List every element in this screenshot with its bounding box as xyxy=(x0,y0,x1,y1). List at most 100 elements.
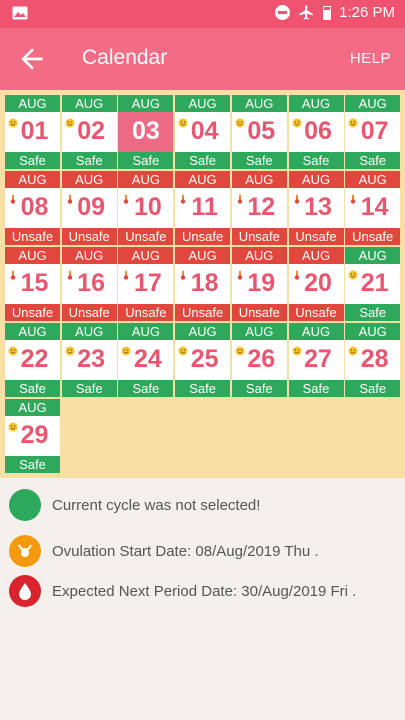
day-box: 04 xyxy=(175,112,231,152)
day-status-label: Safe xyxy=(61,380,117,397)
calendar-day-cell[interactable]: AUG 01 Safe xyxy=(5,95,60,169)
calendar-day-cell[interactable]: AUG 28 Safe xyxy=(345,323,401,397)
day-number: 04 xyxy=(190,117,219,145)
day-box: 07 xyxy=(345,112,401,152)
day-status-label: Safe xyxy=(118,152,174,169)
day-status-label: Safe xyxy=(231,152,287,169)
day-box: 21 xyxy=(345,264,401,304)
month-label: AUG xyxy=(118,247,174,264)
calendar-day-cell[interactable]: AUG 12 Unsafe xyxy=(231,171,287,245)
calendar-day-cell[interactable]: AUG 09 Unsafe xyxy=(61,171,117,245)
day-status-label: Safe xyxy=(175,380,231,397)
day-number: 14 xyxy=(360,193,389,221)
calendar-day-cell[interactable]: AUG 07 Safe xyxy=(345,95,401,169)
day-status-label: Safe xyxy=(5,380,60,397)
calendar-day-cell[interactable]: AUG 06 Safe xyxy=(288,95,344,169)
day-number: 28 xyxy=(360,345,389,373)
day-status-label: Safe xyxy=(288,380,344,397)
legend-text: Current cycle was not selected! xyxy=(52,497,261,514)
month-label: AUG xyxy=(345,247,401,264)
day-box: 09 xyxy=(61,188,117,228)
day-box: 25 xyxy=(175,340,231,380)
day-box: 18 xyxy=(175,264,231,304)
calendar-day-cell[interactable]: AUG 22 Safe xyxy=(5,323,60,397)
calendar-day-cell[interactable]: AUG 16 Unsafe xyxy=(61,247,117,321)
back-arrow-icon[interactable] xyxy=(16,43,48,75)
month-label: AUG xyxy=(345,171,401,188)
month-label: AUG xyxy=(118,171,174,188)
day-number: 13 xyxy=(304,193,332,221)
day-number: 26 xyxy=(247,345,276,373)
calendar-day-cell[interactable]: AUG 04 Safe xyxy=(175,95,231,169)
day-number: 11 xyxy=(191,193,218,221)
calendar-day-cell[interactable]: AUG 29 Safe xyxy=(5,399,60,473)
day-box: 22 xyxy=(5,340,60,380)
day-number: 09 xyxy=(77,193,106,221)
calendar-day-cell[interactable]: AUG 05 Safe xyxy=(231,95,287,169)
calendar-day-cell[interactable]: AUG 08 Unsafe xyxy=(5,171,60,245)
day-box: 11 xyxy=(175,188,231,228)
calendar-day-cell[interactable]: AUG 21 Safe xyxy=(345,247,401,321)
day-status-label: Unsafe xyxy=(5,304,60,321)
day-box: 06 xyxy=(288,112,344,152)
status-bar: 1:26 PM xyxy=(0,0,405,28)
page-title: Calendar xyxy=(82,46,168,69)
day-box: 16 xyxy=(61,264,117,304)
calendar-day-cell[interactable]: AUG 11 Unsafe xyxy=(175,171,231,245)
legend-row: Ovulation Start Date: 08/Aug/2019 Thu . xyxy=(0,530,405,570)
day-status-label: Safe xyxy=(175,152,231,169)
calendar-day-cell[interactable]: AUG 14 Unsafe xyxy=(345,171,401,245)
month-label: AUG xyxy=(61,323,117,340)
day-status-label: Safe xyxy=(345,380,401,397)
day-box: 03 xyxy=(118,112,174,152)
month-label: AUG xyxy=(345,95,401,112)
calendar-day-cell[interactable]: AUG 15 Unsafe xyxy=(5,247,60,321)
day-status-label: Safe xyxy=(5,456,60,473)
legend-row: Current cycle was not selected! xyxy=(0,484,405,524)
day-box: 26 xyxy=(231,340,287,380)
day-box: 15 xyxy=(5,264,60,304)
month-label: AUG xyxy=(5,399,60,416)
day-number: 06 xyxy=(304,117,332,145)
image-icon xyxy=(12,6,28,20)
calendar-grid: AUG 01 Safe AUG 02 Safe AUG 03 Safe AUG 04 Safe AUG 0… xyxy=(0,90,405,478)
day-box: 28 xyxy=(345,340,401,380)
help-button[interactable]: HELP xyxy=(350,50,391,67)
calendar-day-cell[interactable]: AUG 24 Safe xyxy=(118,323,174,397)
month-label: AUG xyxy=(5,247,60,264)
calendar-day-cell[interactable]: AUG 25 Safe xyxy=(175,323,231,397)
day-box: 10 xyxy=(118,188,174,228)
calendar-day-cell[interactable]: AUG 27 Safe xyxy=(288,323,344,397)
day-status-label: Safe xyxy=(118,380,174,397)
day-number: 05 xyxy=(247,117,276,145)
day-number: 01 xyxy=(20,117,49,145)
day-box: 08 xyxy=(5,188,60,228)
day-box: 12 xyxy=(231,188,287,228)
day-box: 17 xyxy=(118,264,174,304)
day-number: 03 xyxy=(131,117,160,145)
month-label: AUG xyxy=(231,171,287,188)
day-number: 29 xyxy=(20,421,49,449)
day-status-label: Unsafe xyxy=(61,304,117,321)
calendar-day-cell[interactable]: AUG 10 Unsafe xyxy=(118,171,174,245)
month-label: AUG xyxy=(288,323,344,340)
day-number: 17 xyxy=(133,269,162,297)
calendar-day-cell[interactable]: AUG 02 Safe xyxy=(61,95,117,169)
legend-row: Expected Next Period Date: 30/Aug/2019 F… xyxy=(0,570,405,610)
day-status-label: Unsafe xyxy=(288,304,344,321)
calendar-day-cell[interactable]: AUG 19 Unsafe xyxy=(231,247,287,321)
calendar-day-cell[interactable]: AUG 13 Unsafe xyxy=(288,171,344,245)
calendar-day-cell[interactable]: AUG 26 Safe xyxy=(231,323,287,397)
month-label: AUG xyxy=(345,323,401,340)
day-number: 02 xyxy=(77,117,106,145)
day-status-label: Safe xyxy=(61,152,117,169)
calendar-day-cell[interactable]: AUG 20 Unsafe xyxy=(288,247,344,321)
calendar-day-cell[interactable]: AUG 03 Safe xyxy=(118,95,174,169)
day-number: 21 xyxy=(360,269,389,297)
calendar-day-cell[interactable]: AUG 18 Unsafe xyxy=(175,247,231,321)
calendar-day-cell[interactable]: AUG 17 Unsafe xyxy=(118,247,174,321)
day-box: 13 xyxy=(288,188,344,228)
calendar-day-cell[interactable]: AUG 23 Safe xyxy=(61,323,117,397)
day-number: 22 xyxy=(20,345,49,373)
day-box: 23 xyxy=(61,340,117,380)
